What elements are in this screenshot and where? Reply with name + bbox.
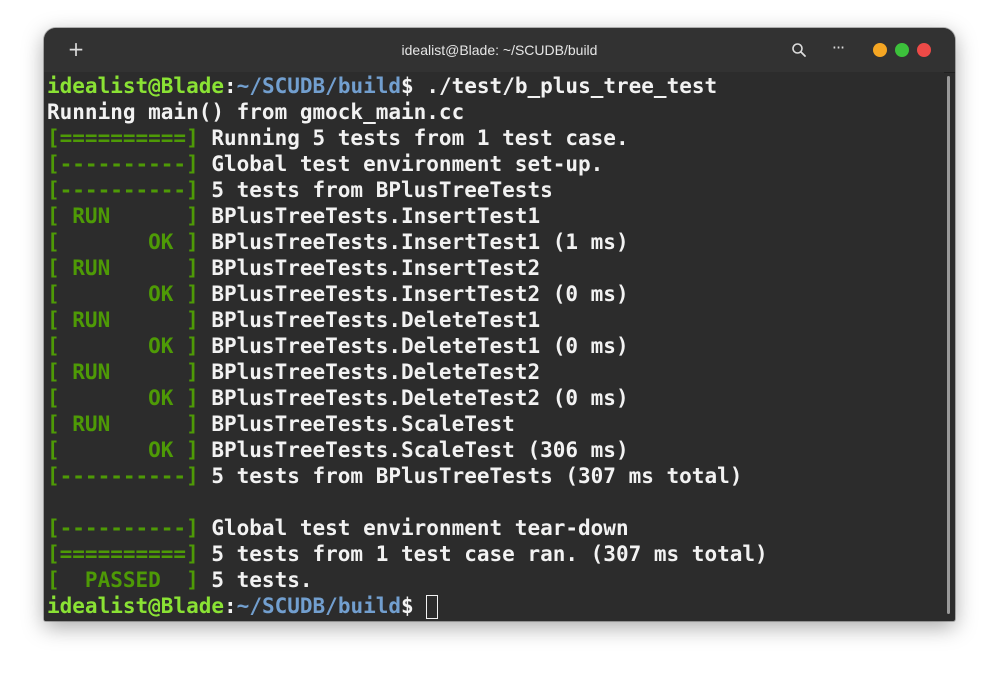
prompt-command <box>414 594 427 618</box>
output-text: 5 tests from BPlusTreeTests <box>198 178 553 202</box>
output-text: BPlusTreeTests.DeleteTest1 (0 ms) <box>198 334 629 358</box>
title-bar: + idealist@Blade: ~/SCUDB/build ··· <box>44 28 955 73</box>
prompt-line: idealist@Blade:~/SCUDB/build$ ./test/b_p… <box>47 73 717 99</box>
output-line: Running main() from gmock_main.cc <box>47 99 464 125</box>
minimize-button[interactable] <box>873 43 887 57</box>
output-text: BPlusTreeTests.InsertTest1 (1 ms) <box>198 230 629 254</box>
gtest-status-tag: [ RUN ] <box>47 256 199 280</box>
output-text: 5 tests from BPlusTreeTests (307 ms tota… <box>198 464 743 488</box>
gtest-status-tag: [ OK ] <box>47 438 199 462</box>
output-text: Running main() from gmock_main.cc <box>47 100 465 124</box>
gtest-status-tag: [ RUN ] <box>47 412 199 436</box>
output-line: [==========] Running 5 tests from 1 test… <box>47 125 629 151</box>
prompt-path: ~/SCUDB/build <box>236 594 402 618</box>
output-line: [----------] Global test environment set… <box>47 151 603 177</box>
gtest-status-tag: [----------] <box>47 178 199 202</box>
output-text: BPlusTreeTests.InsertTest2 <box>198 256 541 280</box>
prompt-command: ./test/b_plus_tree_test <box>413 74 718 98</box>
prompt-separator: : <box>224 74 237 98</box>
gtest-status-tag: [ RUN ] <box>47 308 199 332</box>
output-line: [ RUN ] BPlusTreeTests.ScaleTest <box>47 411 515 437</box>
gtest-status-tag: [ OK ] <box>47 386 199 410</box>
prompt-symbol: $ <box>401 74 414 98</box>
maximize-button[interactable] <box>895 43 909 57</box>
prompt-user: idealist@Blade <box>47 74 225 98</box>
prompt-path: ~/SCUDB/build <box>236 74 402 98</box>
output-line: [ OK ] BPlusTreeTests.DeleteTest2 (0 ms) <box>47 385 629 411</box>
output-text: BPlusTreeTests.ScaleTest (306 ms) <box>198 438 629 462</box>
gtest-status-tag: [==========] <box>47 126 199 150</box>
close-button[interactable] <box>917 43 931 57</box>
output-line: [ OK ] BPlusTreeTests.ScaleTest (306 ms) <box>47 437 629 463</box>
gtest-status-tag: [==========] <box>47 542 199 566</box>
output-line: [ OK ] BPlusTreeTests.InsertTest2 (0 ms) <box>47 281 629 307</box>
ellipsis-icon[interactable]: ··· <box>828 39 848 59</box>
prompt-symbol: $ <box>401 594 414 618</box>
output-line: [----------] Global test environment tea… <box>47 515 629 541</box>
output-text: BPlusTreeTests.DeleteTest2 (0 ms) <box>198 386 629 410</box>
output-line: [ RUN ] BPlusTreeTests.DeleteTest2 <box>47 359 540 385</box>
gtest-status-tag: [ PASSED ] <box>47 568 199 592</box>
output-line: [ RUN ] BPlusTreeTests.InsertTest2 <box>47 255 540 281</box>
output-text: BPlusTreeTests.DeleteTest1 <box>198 308 541 332</box>
output-line: [ RUN ] BPlusTreeTests.InsertTest1 <box>47 203 540 229</box>
terminal-output[interactable]: idealist@Blade:~/SCUDB/build$ ./test/b_p… <box>44 72 944 621</box>
output-text: 5 tests from 1 test case ran. (307 ms to… <box>198 542 768 566</box>
search-icon[interactable] <box>789 40 809 60</box>
text-cursor <box>426 595 439 619</box>
prompt-separator: : <box>224 594 237 618</box>
prompt-user: idealist@Blade <box>47 594 225 618</box>
scrollbar[interactable] <box>947 76 950 614</box>
output-text: BPlusTreeTests.InsertTest2 (0 ms) <box>198 282 629 306</box>
terminal-window: + idealist@Blade: ~/SCUDB/build ··· idea… <box>44 28 955 621</box>
output-text: Global test environment set-up. <box>198 152 604 176</box>
gtest-status-tag: [ RUN ] <box>47 204 199 228</box>
output-line: [----------] 5 tests from BPlusTreeTests… <box>47 463 742 489</box>
output-text: BPlusTreeTests.ScaleTest <box>198 412 515 436</box>
output-text: Global test environment tear-down <box>198 516 629 540</box>
search-icon-svg <box>792 43 806 57</box>
output-line: [ OK ] BPlusTreeTests.DeleteTest1 (0 ms) <box>47 333 629 359</box>
output-line: [ RUN ] BPlusTreeTests.DeleteTest1 <box>47 307 540 333</box>
gtest-status-tag: [----------] <box>47 464 199 488</box>
gtest-status-tag: [ RUN ] <box>47 360 199 384</box>
output-text: BPlusTreeTests.InsertTest1 <box>198 204 541 228</box>
output-text: 5 tests. <box>198 568 313 592</box>
output-text: Running 5 tests from 1 test case. <box>198 126 629 150</box>
gtest-status-tag: [ OK ] <box>47 230 199 254</box>
output-line: [ PASSED ] 5 tests. <box>47 567 313 593</box>
gtest-status-tag: [ OK ] <box>47 282 199 306</box>
gtest-status-tag: [----------] <box>47 152 199 176</box>
output-line: [ OK ] BPlusTreeTests.InsertTest1 (1 ms) <box>47 229 629 255</box>
window-title: idealist@Blade: ~/SCUDB/build <box>401 42 598 58</box>
output-line: [==========] 5 tests from 1 test case ra… <box>47 541 768 567</box>
output-line: [----------] 5 tests from BPlusTreeTests <box>47 177 553 203</box>
output-text: BPlusTreeTests.DeleteTest2 <box>198 360 541 384</box>
gtest-status-tag: [ OK ] <box>47 334 199 358</box>
prompt-line: idealist@Blade:~/SCUDB/build$ <box>47 593 439 619</box>
gtest-status-tag: [----------] <box>47 516 199 540</box>
